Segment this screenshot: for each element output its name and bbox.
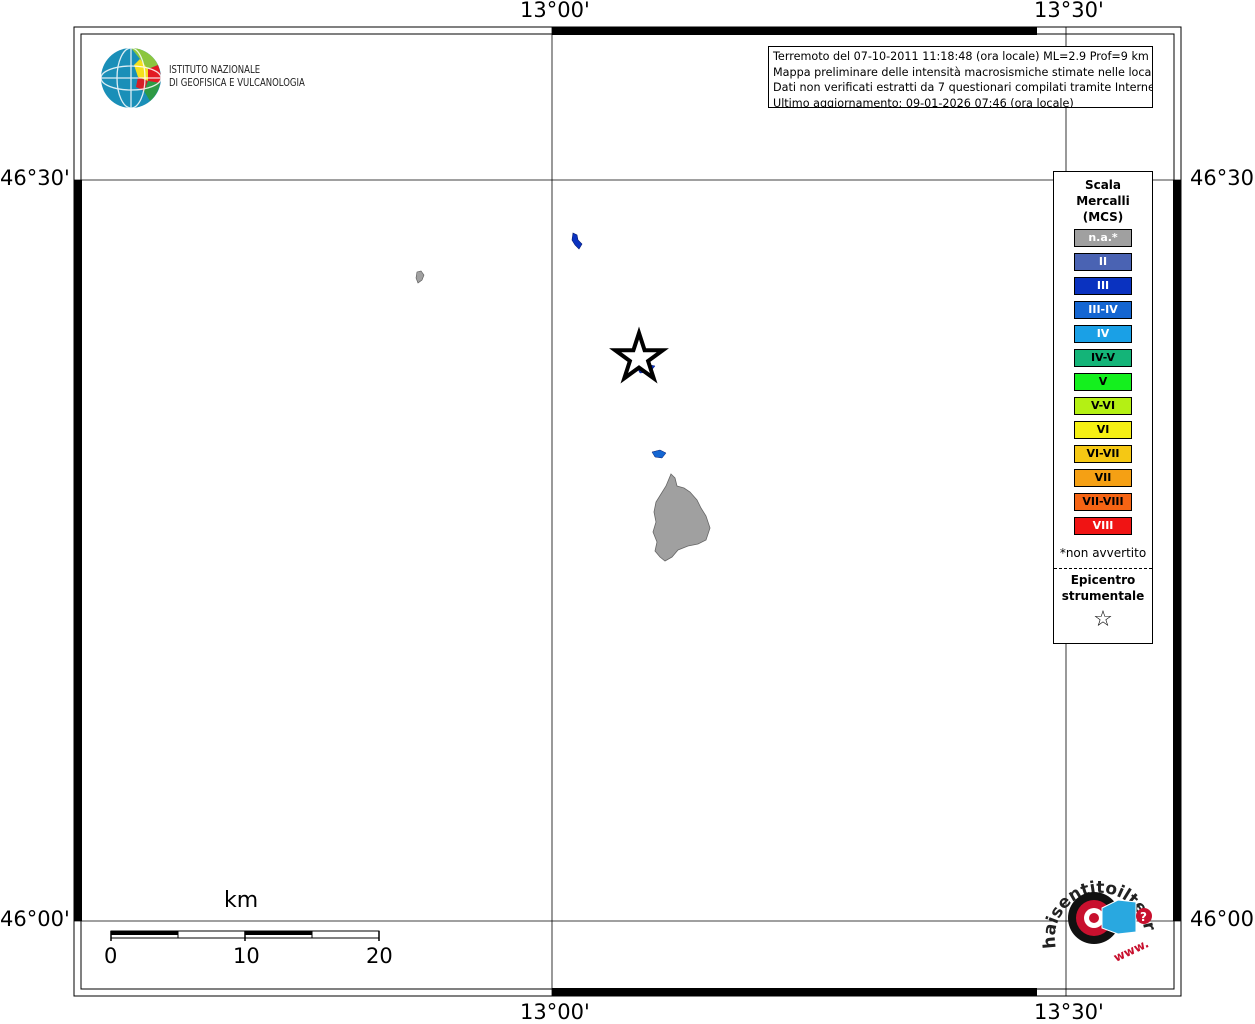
ingv-name-line2: DI GEOFISICA E VULCANOLOGIA	[169, 77, 305, 89]
locality-blue-south	[651, 449, 667, 459]
legend-item: VI	[1074, 421, 1132, 439]
scale-label-10: 10	[233, 944, 260, 968]
legend-epicenter-line2: strumentale	[1061, 589, 1145, 603]
legend-item: V-VI	[1074, 397, 1132, 415]
lon-label-bottom-1330: 13°30'	[1034, 1000, 1104, 1024]
scale-label-0: 0	[104, 944, 118, 968]
legend-item: III	[1074, 277, 1132, 295]
lat-label-right-4600: 46°00'	[1190, 907, 1255, 931]
legend-title: Scala Mercalli (MCS)	[1054, 177, 1152, 225]
legend-item: n.a.*	[1074, 229, 1132, 247]
earthquake-info-box: Terremoto del 07-10-2011 11:18:48 (ora l…	[768, 46, 1153, 108]
info-line4: Ultimo aggiornamento: 09-01-2026 07:46 (…	[773, 96, 1074, 108]
legend-item: VII	[1074, 469, 1132, 487]
ingv-name: ISTITUTO NAZIONALE DI GEOFISICA E VULCAN…	[169, 64, 305, 90]
lon-label-bottom-1300: 13°00'	[520, 1000, 590, 1024]
legend-note: *non avvertito	[1059, 546, 1147, 560]
legend-item: II	[1074, 253, 1132, 271]
legend-title-line2: Mercalli	[1076, 194, 1130, 208]
locality-gray-large	[652, 473, 711, 562]
legend-item: VI-VII	[1074, 445, 1132, 463]
ingv-globe-logo	[100, 47, 162, 109]
info-line1: Terremoto del 07-10-2011 11:18:48 (ora l…	[773, 50, 1149, 63]
scale-bar	[110, 930, 380, 941]
scale-unit: km	[224, 888, 259, 913]
info-line3: Dati non verificati estratti da 7 questi…	[773, 81, 1153, 94]
lat-label-left-4630: 46°30'	[0, 166, 70, 190]
legend-epicenter-label: Epicentro strumentale	[1054, 572, 1152, 604]
legend-epicenter-line1: Epicentro	[1070, 573, 1136, 587]
legend-item: VII-VIII	[1074, 493, 1132, 511]
svg-text:?: ?	[1140, 910, 1147, 924]
legend-item: IV	[1074, 325, 1132, 343]
logo-www: www.	[1111, 936, 1151, 964]
legend-item: V	[1074, 373, 1132, 391]
lat-label-right-4630: 46°30'	[1190, 166, 1255, 190]
legend-item: IV-V	[1074, 349, 1132, 367]
legend-item: III-IV	[1074, 301, 1132, 319]
lat-label-left-4600: 46°00'	[0, 907, 70, 931]
ingv-name-line1: ISTITUTO NAZIONALE	[169, 64, 261, 76]
legend-star-icon: ☆	[1093, 607, 1113, 632]
locality-blue-north	[571, 232, 583, 250]
lon-label-top-1330: 13°30'	[1034, 0, 1104, 22]
mcs-legend: Scala Mercalli (MCS) n.a.* II III III-IV IV I…	[1053, 171, 1153, 644]
locality-gray-small	[415, 270, 425, 284]
legend-separator	[1054, 568, 1152, 569]
legend-item: VIII	[1074, 517, 1132, 535]
legend-title-line1: Scala	[1084, 178, 1122, 192]
hai-sentito-logo: haisentitoilterremoto.it ? www.	[1036, 858, 1160, 965]
lon-label-top-1300: 13°00'	[520, 0, 590, 22]
legend-title-line3: (MCS)	[1082, 210, 1124, 224]
scale-label-20: 20	[366, 944, 393, 968]
info-line2: Mappa preliminare delle intensità macros…	[773, 65, 1153, 79]
